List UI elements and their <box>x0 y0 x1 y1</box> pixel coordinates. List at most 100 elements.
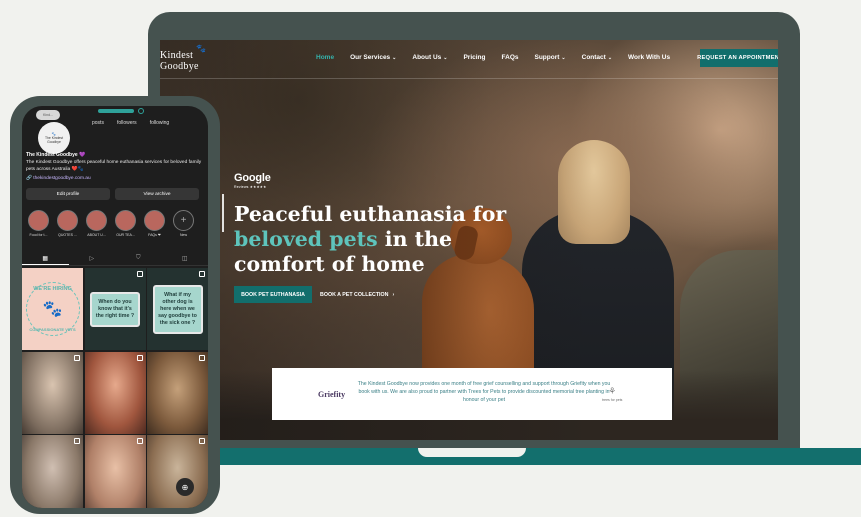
edit-profile-button[interactable]: Edit profile <box>26 188 110 200</box>
reel-icon <box>136 438 143 444</box>
quote-text: What if my other dog is here when we say… <box>152 284 203 334</box>
google-reviews-badge[interactable]: Google Reviews ★★★★★ <box>234 172 271 189</box>
reel-icon <box>199 354 205 361</box>
tagged-tab-icon[interactable]: ◫ <box>162 252 209 265</box>
reel-icon <box>136 354 143 361</box>
post-quote-other-dog[interactable]: What if my other dog is here when we say… <box>147 268 208 350</box>
carousel-icon <box>136 271 143 277</box>
profile-link[interactable]: 🔗 thekindestgoodbye.com.au <box>26 176 91 181</box>
logo-line1: Kindest <box>160 50 194 61</box>
view-archive-button[interactable]: View archive <box>115 188 199 200</box>
nav-item-label: Home <box>316 54 335 61</box>
stat-following[interactable]: following <box>150 120 169 126</box>
headline-line2: beloved pets in the <box>234 227 506 252</box>
hiring-bottom-text: COMPASSIONATE VETS <box>29 327 76 332</box>
chevron-down-icon: ⌄ <box>392 54 397 61</box>
post-photo[interactable] <box>147 435 208 508</box>
highlight-cover <box>86 210 107 231</box>
post-photo[interactable] <box>22 435 83 508</box>
nav-item-our-services[interactable]: Our Services ⌄ <box>350 54 396 61</box>
story-highlight[interactable]: QUOTES ... <box>55 210 80 237</box>
highlight-cover <box>28 210 49 231</box>
chevron-down-icon: ⌄ <box>561 54 566 61</box>
saved-tab-icon[interactable]: ⛉ <box>115 252 162 265</box>
profile-bio: The Kindest Goodbye offers peaceful home… <box>26 160 202 172</box>
instagram-screen: Kind... 🐾 The Kindest Goodbye posts foll… <box>22 106 208 508</box>
highlight-cover <box>115 210 136 231</box>
story-highlights: Food for t... QUOTES ... ABOUT U... OUR TEA… <box>26 210 196 237</box>
site-logo[interactable]: Kindest Goodbye <box>160 50 199 72</box>
profile-name: The Kindest Goodbye 💜 <box>26 152 86 158</box>
story-highlight[interactable]: FAQs ❤ <box>142 210 167 237</box>
book-collection-button[interactable]: BOOK A PET COLLECTION › <box>314 286 400 303</box>
profile-tabs: ▦ ▷ ⛉ ◫ <box>22 252 208 266</box>
profile-stats: posts followers following <box>92 120 169 126</box>
avatar[interactable]: 🐾 The Kindest Goodbye <box>38 122 70 154</box>
nav-item-contact[interactable]: Contact ⌄ <box>582 54 612 61</box>
post-photo[interactable] <box>147 351 208 434</box>
carousel-icon <box>199 271 205 277</box>
google-rating: Reviews ★★★★★ <box>234 185 267 189</box>
plus-icon: + <box>173 210 194 231</box>
partner-banner: Griefity The Kindest Goodbye now provide… <box>272 368 672 420</box>
nav-item-pricing[interactable]: Pricing <box>463 54 485 61</box>
post-photo[interactable] <box>84 435 146 508</box>
story-highlight[interactable]: ABOUT U... <box>84 210 109 237</box>
nav-item-label: Support <box>534 54 560 61</box>
request-appointment-button[interactable]: REQUEST AN APPOINTMENT <box>697 49 778 67</box>
paw-icon: 🐾 <box>42 301 63 318</box>
phone-camera <box>138 108 144 114</box>
headline-teal: beloved pets <box>234 227 378 251</box>
trees-label: trees for pets <box>602 398 623 402</box>
nav-item-about-us[interactable]: About Us ⌄ <box>412 54 447 61</box>
logo-line2: Goodbye <box>160 61 199 72</box>
highlight-label: ABOUT U... <box>87 233 106 237</box>
headline-line2-rest: in the <box>377 227 453 251</box>
nav-item-label: About Us <box>412 54 442 61</box>
chevron-down-icon: ⌄ <box>443 54 448 61</box>
reel-icon <box>74 354 80 361</box>
hiring-badge: WE'RE HIRING 🐾 COMPASSIONATE VETS <box>25 282 80 336</box>
book-euthanasia-button[interactable]: BOOK PET EUTHANASIA <box>234 286 312 303</box>
reels-tab-icon[interactable]: ▷ <box>69 252 116 265</box>
laptop-base <box>200 448 861 465</box>
quote-text: When do you know that it's the right tim… <box>90 291 140 327</box>
post-hiring[interactable]: WE'RE HIRING 🐾 COMPASSIONATE VETS <box>22 268 83 350</box>
nav-item-faqs[interactable]: FAQs <box>502 54 519 61</box>
stat-followers[interactable]: followers <box>117 120 137 126</box>
main-nav: Home Our Services ⌄ About Us ⌄ Pricing FAQs Sup… <box>316 54 670 61</box>
partner-text: The Kindest Goodbye now provides one mon… <box>357 381 611 403</box>
nav-item-home[interactable]: Home <box>316 54 334 61</box>
hero-headline: Peaceful euthanasia for beloved pets in … <box>234 202 506 277</box>
griefity-logo[interactable]: Griefity <box>318 390 345 399</box>
chevron-right-icon: › <box>392 291 395 298</box>
story-highlight[interactable]: + New <box>171 210 196 237</box>
highlight-label: OUR TEA... <box>116 233 135 237</box>
book-collection-label: BOOK A PET COLLECTION <box>320 291 389 298</box>
highlight-cover <box>144 210 165 231</box>
hero-accent-bar <box>222 194 224 232</box>
nav-item-label: FAQs <box>501 54 519 61</box>
highlight-label: QUOTES ... <box>58 233 77 237</box>
stat-posts[interactable]: posts <box>92 120 104 126</box>
nav-item-support[interactable]: Support ⌄ <box>535 54 566 61</box>
trees-for-pets-logo[interactable]: ⚘ trees for pets <box>602 386 622 402</box>
create-reel-icon[interactable]: ⊕ <box>176 478 194 496</box>
story-highlight[interactable]: Food for t... <box>26 210 51 237</box>
chevron-down-icon: ⌄ <box>607 54 613 61</box>
nav-item-label: Our Services <box>350 54 391 61</box>
profile-actions: Edit profile View archive <box>26 188 199 200</box>
post-quote-right-time[interactable]: When do you know that it's the right tim… <box>84 268 146 350</box>
nav-item-label: Contact <box>581 54 606 61</box>
highlight-cover <box>57 210 78 231</box>
profile-pill[interactable]: Kind... <box>36 110 60 120</box>
post-photo[interactable] <box>22 351 83 434</box>
story-highlight[interactable]: OUR TEA... <box>113 210 138 237</box>
nav-item-label: Pricing <box>463 54 486 61</box>
post-grid: WE'RE HIRING 🐾 COMPASSIONATE VETS When d… <box>22 268 208 508</box>
post-photo[interactable] <box>84 351 146 434</box>
reel-icon <box>199 438 205 444</box>
grid-tab-icon[interactable]: ▦ <box>22 252 69 265</box>
nav-item-work-with-us[interactable]: Work With Us <box>628 54 670 61</box>
reel-icon <box>74 438 80 444</box>
